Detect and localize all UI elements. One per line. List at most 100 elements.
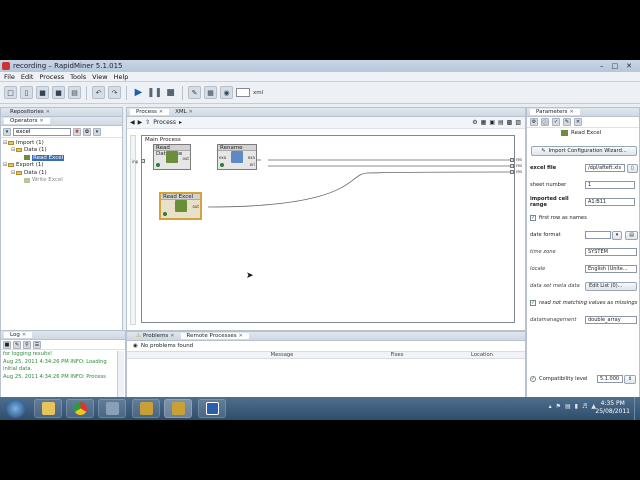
tree-item[interactable]: ⊟ Import (1) [1, 139, 122, 147]
zoom-icon[interactable]: ▣ [489, 119, 495, 126]
print-icon[interactable]: ▤ [68, 86, 81, 99]
column-location[interactable]: Location [437, 352, 527, 358]
rename-operator-icon[interactable]: ✎ [563, 118, 571, 126]
tab-process[interactable]: Process ✕ [130, 109, 170, 115]
read-not-matching-checkbox[interactable]: ✓ [530, 300, 536, 306]
close-icon[interactable]: ✕ [22, 332, 26, 338]
result-port[interactable] [510, 170, 514, 174]
datamanagement-select[interactable]: double_array [585, 316, 637, 324]
stepper-icon[interactable]: ⇕ [624, 374, 637, 384]
result-port[interactable] [510, 164, 514, 168]
close-icon[interactable]: ✕ [46, 109, 50, 115]
first-row-names-checkbox[interactable]: ✓ [530, 215, 536, 221]
tree-item-write-excel[interactable]: Write Excel [1, 177, 122, 185]
date-format-editor-icon[interactable]: ▤ [625, 230, 638, 240]
tab-operators[interactable]: Operators ✕ [4, 118, 50, 124]
auto-wire-icon[interactable]: ⚙ [472, 119, 477, 126]
close-icon[interactable]: ✕ [159, 109, 163, 115]
taskbar-clock[interactable]: 4:35 PM 25/08/2011 [595, 400, 630, 416]
left-input-port[interactable] [141, 159, 145, 163]
menu-help[interactable]: Help [114, 73, 129, 81]
import-wizard-button[interactable]: ✎ Import Configuration Wizard... [531, 146, 637, 156]
menu-tools[interactable]: Tools [70, 73, 86, 81]
back-icon[interactable]: ◀ [130, 119, 135, 126]
flag-icon[interactable]: ⚑ [556, 403, 561, 410]
tray-expand-icon[interactable]: ▴ [549, 403, 552, 410]
view-menu-icon[interactable]: ▾ [93, 127, 101, 136]
perspective-welcome-icon[interactable]: ◉ [220, 86, 233, 99]
fit-icon[interactable]: ▤ [498, 119, 504, 126]
layout-icon[interactable]: ▦ [481, 119, 487, 126]
date-format-field[interactable] [584, 231, 611, 239]
taskbar-rapidminer-active[interactable] [164, 399, 192, 418]
tab-remote-processes[interactable]: Remote Processes ✕ [180, 333, 249, 339]
export-icon[interactable]: ▧ [515, 119, 521, 126]
battery-icon[interactable]: ▮ [575, 403, 578, 410]
filter-icon[interactable]: ✿ [83, 127, 91, 136]
network-icon[interactable]: ▤ [565, 403, 571, 410]
open-folder-icon[interactable]: ▯ [20, 86, 33, 99]
start-button[interactable] [6, 399, 25, 418]
menu-file[interactable]: File [4, 73, 15, 81]
excel-file-field[interactable]: /dpl/afteft.xls [585, 164, 625, 172]
save-log-icon[interactable]: ■ [3, 340, 11, 349]
column-fixes[interactable]: Fixes [357, 352, 437, 358]
edit-list-button[interactable]: Edit List (0)... [585, 281, 637, 291]
menu-process[interactable]: Process [39, 73, 64, 81]
up-icon[interactable]: ⇧ [145, 119, 150, 126]
close-icon[interactable]: ✕ [569, 109, 573, 115]
close-icon[interactable]: ✕ [626, 62, 632, 70]
clear-log-icon[interactable]: ✎ [13, 340, 21, 349]
search-log-icon[interactable]: ⚲ [23, 340, 31, 349]
tab-repositories[interactable]: Repositories ✕ [4, 109, 56, 115]
taskbar-explorer[interactable] [34, 399, 62, 418]
compatibility-field[interactable]: 5.1.000 [597, 375, 623, 383]
clear-search-icon[interactable]: ✖ [73, 127, 81, 136]
operator-rename[interactable]: Rename exa exa ori [217, 144, 257, 170]
log-level-icon[interactable]: ☰ [33, 340, 41, 349]
save-icon[interactable]: ■ [36, 86, 49, 99]
forward-icon[interactable]: ▶ [138, 119, 143, 126]
locale-select[interactable]: English (Unite... [585, 265, 637, 273]
enable-operator-icon[interactable]: ✓ [552, 118, 560, 126]
tree-item[interactable]: ⊟ Export (1) [1, 162, 122, 170]
tree-item-read-excel[interactable]: Read Excel [1, 154, 122, 162]
operator-search-input[interactable] [13, 127, 71, 136]
taskbar-app[interactable] [98, 399, 126, 418]
operator-info-icon[interactable]: ⓘ [541, 118, 549, 126]
volume-icon[interactable]: ♬ [582, 403, 587, 410]
dropdown-arrow-icon[interactable]: ▾ [611, 230, 623, 240]
close-icon[interactable]: ✕ [189, 109, 193, 115]
taskbar-rapidminer[interactable] [132, 399, 160, 418]
tree-item[interactable]: ⊟ Data (1) [1, 147, 122, 155]
close-icon[interactable]: ✕ [239, 333, 243, 339]
delete-operator-icon[interactable]: ✕ [574, 118, 582, 126]
redo-icon[interactable]: ↷ [108, 86, 121, 99]
perspective-design-icon[interactable]: ✎ [188, 86, 201, 99]
run-icon[interactable]: ▶ [132, 86, 145, 99]
stop-icon[interactable]: ■ [164, 86, 177, 99]
tab-problems[interactable]: ⚠ Problems ✕ [130, 333, 181, 339]
operator-menu-icon[interactable]: ▾ [3, 127, 11, 136]
pause-icon[interactable]: ❚❚ [147, 86, 162, 99]
column-message[interactable]: Message [207, 352, 357, 358]
close-icon[interactable]: ✕ [39, 118, 43, 124]
show-desktop-button[interactable] [634, 397, 640, 420]
process-breadcrumb[interactable]: Process [153, 119, 176, 126]
new-process-icon[interactable]: □ [4, 86, 17, 99]
tab-parameters[interactable]: Parameters ✕ [530, 109, 580, 115]
process-canvas[interactable]: Main Process inp Read Database out Renam… [132, 135, 522, 323]
grid-icon[interactable]: ▩ [507, 119, 513, 126]
tab-xml[interactable]: XML ✕ [169, 109, 199, 115]
minimize-icon[interactable]: – [600, 62, 604, 70]
expert-mode-icon[interactable]: ⚙ [530, 118, 538, 126]
result-port[interactable] [510, 158, 514, 162]
time-zone-select[interactable]: SYSTEM [585, 248, 637, 256]
operator-read-database[interactable]: Read Database out [153, 144, 191, 170]
tree-item[interactable]: ⊟ Data (1) [1, 169, 122, 177]
taskbar-chrome[interactable] [66, 399, 94, 418]
close-icon[interactable]: ✕ [170, 333, 174, 339]
menu-view[interactable]: View [92, 73, 107, 81]
cell-range-field[interactable]: A1:B11 [585, 198, 635, 206]
menu-edit[interactable]: Edit [21, 73, 34, 81]
